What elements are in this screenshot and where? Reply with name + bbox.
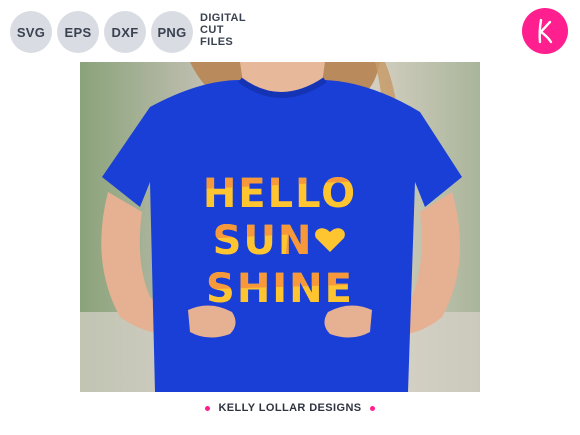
product-photo-svg: HELLO SUN SHINE HELLO SUN SHINE bbox=[80, 62, 480, 392]
brand-logo bbox=[522, 8, 568, 54]
svg-badge: SVG bbox=[10, 11, 52, 53]
k-logo-icon bbox=[538, 18, 553, 44]
png-badge: PNG bbox=[151, 11, 193, 53]
pink-dot-icon bbox=[369, 405, 375, 411]
footer-brand-text: KELLY LOLLAR DESIGNS bbox=[218, 402, 362, 414]
product-photo: HELLO SUN SHINE HELLO SUN SHINE bbox=[80, 62, 480, 392]
digital-label-line-1: DIGITAL bbox=[200, 12, 246, 24]
digital-cut-files-label: DIGITAL CUT FILES bbox=[200, 12, 246, 48]
pink-dot-icon bbox=[205, 405, 211, 411]
file-format-badges: SVG EPS DXF PNG bbox=[10, 11, 193, 53]
footer-brand: KELLY LOLLAR DESIGNS bbox=[0, 402, 580, 414]
eps-badge: EPS bbox=[57, 11, 99, 53]
digital-label-line-3: FILES bbox=[200, 36, 234, 48]
digital-label-line-2: CUT bbox=[200, 24, 224, 36]
dxf-badge: DXF bbox=[104, 11, 146, 53]
